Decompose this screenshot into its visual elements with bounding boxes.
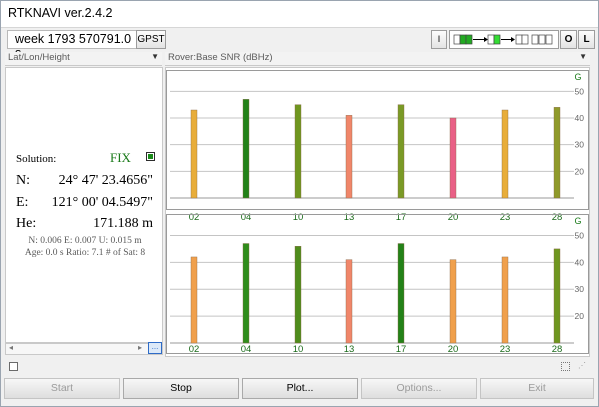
snr-bar xyxy=(501,109,509,199)
satellite-label: 04 xyxy=(241,212,252,223)
y-tick-label: 50 xyxy=(575,230,585,240)
button-bar: Start Stop Plot... Options... Exit xyxy=(4,378,598,400)
satellite-label: 28 xyxy=(552,212,563,223)
snr-bar xyxy=(449,259,457,344)
solution-label: Solution: xyxy=(16,153,57,165)
solution-panel: Solution: FIX N: 24° 47' 23.4656" E: 121… xyxy=(5,67,163,343)
panel-toggle-icon[interactable] xyxy=(561,362,570,371)
snr-chart-svg: 20 30 40 50 G 02 04 10 13 17 20 23 28 20 30 40 50 G 02 04 10… xyxy=(166,70,589,355)
satellite-label: 02 xyxy=(189,344,200,355)
snr-bar xyxy=(345,259,353,344)
window-title: RTKNAVI ver.2.4.2 xyxy=(8,6,113,20)
left-pane-title: Lat/Lon/Height xyxy=(8,52,70,63)
stream-status-indicator[interactable] xyxy=(449,30,559,49)
time-system-button[interactable]: GPST xyxy=(136,30,166,49)
snr-bar xyxy=(190,256,198,344)
snr-bar xyxy=(449,117,457,199)
satellite-label: 23 xyxy=(500,344,511,355)
snr-bar xyxy=(345,115,353,199)
satellite-label: 20 xyxy=(448,344,459,355)
satellite-label: 28 xyxy=(552,344,563,355)
height-value: 171.188 m xyxy=(93,216,153,231)
y-tick-label: 30 xyxy=(575,284,585,294)
y-tick-label: 30 xyxy=(575,140,585,150)
age-ratio-stats: Age: 0.0 s Ratio: 7.1 # of Sat: 8 xyxy=(24,248,146,258)
app-window: RTKNAVI ver.2.4.2 week 1793 570791.0 s G… xyxy=(0,0,599,407)
longitude-value: 121° 00' 04.5497" xyxy=(51,195,153,210)
snr-bar xyxy=(190,109,198,199)
snr-bar xyxy=(294,245,302,344)
toolbar: week 1793 570791.0 s GPST I O L xyxy=(4,30,595,60)
satellite-label: 17 xyxy=(396,212,407,223)
latitude-value: 24° 47' 23.4656" xyxy=(58,173,153,188)
snr-bar xyxy=(242,243,250,344)
solution-status: FIX xyxy=(110,150,131,165)
constellation-label: G xyxy=(574,72,581,82)
satellite-label: 10 xyxy=(293,212,304,223)
options-button[interactable]: Options... xyxy=(361,378,477,399)
exit-button[interactable]: Exit xyxy=(480,378,594,399)
stream-status-icon xyxy=(453,34,553,45)
y-tick-label: 20 xyxy=(575,166,585,176)
satellite-label: 23 xyxy=(500,212,511,223)
snr-bar xyxy=(242,99,250,199)
fix-indicator-icon xyxy=(146,152,155,161)
snr-bar xyxy=(553,248,561,344)
status-row: ⋰ xyxy=(5,359,590,375)
plot-button[interactable]: Plot... xyxy=(242,378,358,399)
expand-button[interactable]: ... xyxy=(148,342,162,354)
satellite-label: 20 xyxy=(448,212,459,223)
snr-chart-panel: 20 30 40 50 G 02 04 10 13 17 20 23 28 20 30 40 50 G 02 04 10… xyxy=(165,67,590,357)
satellite-label: 13 xyxy=(344,344,355,355)
left-pane-selector[interactable]: Lat/Lon/Height ▼ xyxy=(5,52,162,66)
time-display: week 1793 570791.0 s xyxy=(7,30,137,60)
satellite-label: 02 xyxy=(189,212,200,223)
y-tick-label: 50 xyxy=(575,86,585,96)
start-button[interactable]: Start xyxy=(4,378,120,399)
stop-button[interactable]: Stop xyxy=(123,378,239,399)
scroll-left-icon[interactable]: ◂ xyxy=(9,343,13,352)
satellite-label: 04 xyxy=(241,344,252,355)
right-pane-selector[interactable]: Rover:Base SNR (dBHz) ▼ xyxy=(165,52,590,66)
snr-bar xyxy=(501,256,509,344)
constellation-label: G xyxy=(574,216,581,226)
snr-bar xyxy=(553,107,561,199)
o-button[interactable]: O xyxy=(560,30,577,49)
dropdown-arrow-icon: ▼ xyxy=(579,52,587,61)
y-tick-label: 20 xyxy=(575,311,585,321)
dropdown-arrow-icon: ▼ xyxy=(151,52,159,61)
satellite-label: 17 xyxy=(396,344,407,355)
title-bar: RTKNAVI ver.2.4.2 xyxy=(1,1,598,28)
resize-grip-icon[interactable]: ⋰ xyxy=(578,361,586,370)
longitude-label: E: xyxy=(16,195,29,210)
snr-bar xyxy=(397,243,405,344)
info-button[interactable]: I xyxy=(431,30,447,49)
height-label: He: xyxy=(16,216,37,231)
snr-bar xyxy=(397,104,405,199)
satellite-label: 13 xyxy=(344,212,355,223)
left-scrollbar[interactable]: ◂ ▸ xyxy=(5,343,163,355)
latitude-label: N: xyxy=(16,173,30,188)
scroll-right-icon[interactable]: ▸ xyxy=(138,343,142,352)
snr-bar xyxy=(294,104,302,199)
right-pane-title: Rover:Base SNR (dBHz) xyxy=(168,52,273,63)
y-tick-label: 40 xyxy=(575,257,585,267)
accuracy-stats: N: 0.006 E: 0.007 U: 0.015 m xyxy=(28,236,142,246)
satellite-label: 10 xyxy=(293,344,304,355)
l-button[interactable]: L xyxy=(578,30,595,49)
status-checkbox[interactable] xyxy=(9,362,18,371)
y-tick-label: 40 xyxy=(575,113,585,123)
